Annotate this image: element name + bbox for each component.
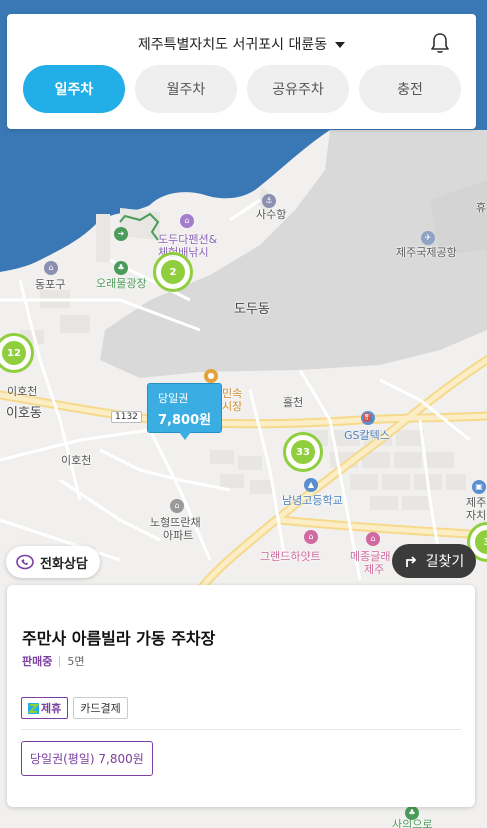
region-label: 제주특별자치도 서귀포시 대륜동	[137, 37, 328, 53]
gas-station-icon: ⛽	[361, 411, 375, 425]
map-label-iho-cheon: 이호천	[7, 385, 38, 398]
map-label-sasu-port: 사수항	[256, 208, 287, 221]
map-label-dongpogu: 동포구	[35, 278, 66, 291]
tab-shared[interactable]: 공유주차	[247, 65, 349, 113]
bell-icon[interactable]	[430, 32, 450, 54]
map-label-orae-square: 오래물광장	[96, 277, 147, 290]
header-card: 제주특별자치도 서귀포시 대륜동 일주차 월주차 공유주차 충전	[7, 14, 476, 129]
port-icon: ⚓	[262, 194, 276, 208]
marker-ticket-type: 당일권	[158, 392, 189, 405]
partner-icon	[28, 702, 39, 714]
chevron-down-icon	[335, 42, 346, 48]
map-label-gs-caltex: GS칼텍스	[344, 429, 390, 442]
lot-tags: 제휴 카드결제	[21, 697, 128, 719]
lot-name: 주만사 아름빌라 가동 주차장	[22, 629, 216, 648]
space-count: 5면	[67, 655, 85, 668]
lot-meta: 판매중 5면	[22, 653, 85, 669]
directions-label: 길찾기	[425, 554, 465, 570]
place-icon: ⌂	[44, 261, 58, 275]
pension-icon: ⌂	[180, 214, 194, 228]
cluster-count: 2	[161, 260, 185, 284]
card-divider	[21, 729, 461, 730]
cluster-count: 3	[475, 530, 487, 554]
map-label-market-2: 시장	[222, 400, 243, 413]
map-label-jeju-right-2: 자치	[466, 509, 487, 522]
tab-charging[interactable]: 충전	[359, 65, 461, 113]
directions-button[interactable]: 길찾기	[392, 544, 476, 578]
school-icon: ▲	[304, 478, 318, 492]
map-label-dodu-dong: 도두동	[234, 302, 270, 317]
chat-phone-icon	[16, 554, 34, 570]
hotel-icon-2: ⌂	[366, 532, 380, 546]
map-label-hu: 휴	[476, 201, 487, 214]
map-label-namnyeong-high: 남녕고등학교	[282, 494, 343, 507]
parking-lot-card[interactable]: 주만사 아름빌라 가동 주차장 판매중 5면 제휴 카드결제 당일권(평일) 7…	[7, 585, 475, 807]
sale-status: 판매중	[22, 655, 53, 668]
region-selector[interactable]: 제주특별자치도 서귀포시 대륜동	[7, 34, 476, 54]
road-number-1132: 1132	[111, 411, 142, 423]
map-label-jeju-airport: 제주국제공항	[396, 246, 457, 259]
ticket-option[interactable]: 당일권(평일) 7,800원	[21, 741, 153, 776]
hotel-icon: ⌂	[304, 530, 318, 544]
map-label-heulcheon: 흘천	[283, 396, 304, 409]
card-payment-tag: 카드결제	[73, 697, 128, 719]
selected-lot-price-marker[interactable]: 당일권 7,800원	[147, 383, 222, 440]
map-label-iho-dong: 이호동	[6, 406, 42, 421]
trail-icon: ➜	[114, 227, 128, 241]
meta-divider	[59, 655, 61, 667]
partner-tag-label: 제휴	[41, 702, 62, 715]
map-label-grand-hyatt: 그랜드하얏트	[260, 550, 321, 563]
parking-type-tabs: 일주차 월주차 공유주차 충전	[23, 65, 461, 113]
apartment-icon: ⌂	[170, 499, 184, 513]
office-icon: ▣	[472, 480, 486, 494]
airport-icon: ✈	[421, 231, 435, 245]
phone-consult-button[interactable]: 전화상담	[6, 546, 100, 578]
map-label-iho-cheon-2: 이호천	[61, 454, 92, 467]
parking-cluster[interactable]: 2	[153, 252, 193, 292]
map-label-mezon-2: 제주	[364, 563, 385, 576]
partner-tag: 제휴	[21, 697, 69, 719]
map-label-nohyeong-apt-2: 아파트	[163, 529, 194, 542]
turn-right-icon	[405, 556, 416, 567]
cluster-count: 33	[291, 440, 315, 464]
tab-monthly[interactable]: 월주차	[135, 65, 237, 113]
tab-daily[interactable]: 일주차	[23, 65, 125, 113]
park-icon: ♣	[114, 261, 128, 275]
market-icon: ●	[204, 369, 218, 383]
parking-cluster[interactable]: 33	[283, 432, 323, 472]
marker-price: 7,800원	[158, 413, 212, 428]
cluster-count: 12	[2, 341, 26, 365]
park-icon-2: ♣	[405, 806, 419, 820]
phone-consult-label: 전화상담	[40, 556, 88, 572]
